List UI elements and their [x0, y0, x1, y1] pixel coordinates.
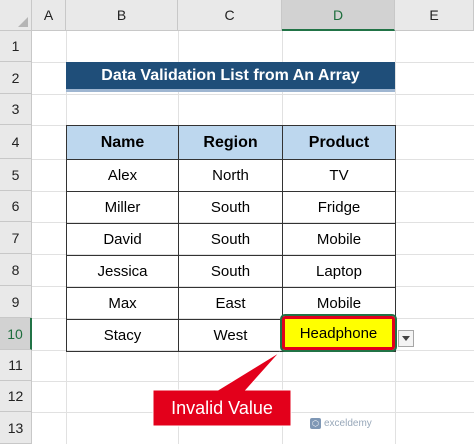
- cell-name[interactable]: Stacy: [66, 319, 179, 352]
- cell-region[interactable]: North: [178, 159, 283, 192]
- row-header-11[interactable]: 11: [0, 350, 32, 381]
- row-header-12[interactable]: 12: [0, 381, 32, 412]
- row-header-5[interactable]: 5: [0, 159, 32, 191]
- table-row: Max East Mobile: [66, 287, 396, 320]
- row-header-6[interactable]: 6: [0, 191, 32, 222]
- exceldemy-logo-icon: ⬡: [310, 418, 321, 429]
- header-name[interactable]: Name: [66, 125, 179, 160]
- cell-name[interactable]: Miller: [66, 191, 179, 224]
- table-row: Miller South Fridge: [66, 191, 396, 224]
- active-cell-invalid-value[interactable]: Headphone: [280, 314, 397, 352]
- table-header-row: Name Region Product: [66, 125, 396, 160]
- row-header-2[interactable]: 2: [0, 62, 32, 94]
- row-header-1[interactable]: 1: [0, 31, 32, 62]
- title-text: Data Validation List from An Array: [101, 66, 360, 84]
- column-header-b[interactable]: B: [66, 0, 178, 31]
- row-header-9[interactable]: 9: [0, 286, 32, 318]
- select-all-corner[interactable]: [0, 0, 32, 31]
- column-header-c[interactable]: C: [178, 0, 282, 31]
- row-header-10[interactable]: 10: [0, 318, 32, 350]
- cell-region[interactable]: South: [178, 223, 283, 256]
- chevron-down-icon: [402, 336, 410, 341]
- cell-name[interactable]: David: [66, 223, 179, 256]
- cell-product[interactable]: Mobile: [282, 287, 396, 320]
- cell-name[interactable]: Max: [66, 287, 179, 320]
- watermark-brand: exceldemy: [324, 418, 372, 429]
- row-header-8[interactable]: 8: [0, 254, 32, 286]
- header-region[interactable]: Region: [178, 125, 283, 160]
- row-header-13[interactable]: 13: [0, 412, 32, 444]
- table-row: David South Mobile: [66, 223, 396, 256]
- cell-region[interactable]: South: [178, 255, 283, 288]
- cell-region[interactable]: West: [178, 319, 283, 352]
- exceldemy-watermark: ⬡ exceldemy: [310, 418, 372, 429]
- row-header-4[interactable]: 4: [0, 125, 32, 159]
- column-header-e[interactable]: E: [395, 0, 474, 31]
- cell-name[interactable]: Alex: [66, 159, 179, 192]
- row-header-3[interactable]: 3: [0, 94, 32, 125]
- cell-name[interactable]: Jessica: [66, 255, 179, 288]
- cell-product[interactable]: Laptop: [282, 255, 396, 288]
- cell-product[interactable]: TV: [282, 159, 396, 192]
- table-row: Jessica South Laptop: [66, 255, 396, 288]
- row-header-7[interactable]: 7: [0, 222, 32, 254]
- validation-dropdown-button[interactable]: [398, 330, 414, 347]
- column-header-a[interactable]: A: [32, 0, 66, 31]
- cell-region[interactable]: South: [178, 191, 283, 224]
- callout-label: Invalid Value: [171, 397, 273, 418]
- active-cell-text: Headphone: [299, 324, 378, 342]
- table-row: Alex North TV: [66, 159, 396, 192]
- cell-region[interactable]: East: [178, 287, 283, 320]
- header-product[interactable]: Product: [282, 125, 396, 160]
- cell-product[interactable]: Mobile: [282, 223, 396, 256]
- cell-product[interactable]: Fridge: [282, 191, 396, 224]
- column-header-d[interactable]: D: [282, 0, 395, 31]
- title-banner[interactable]: Data Validation List from An Array: [66, 62, 395, 92]
